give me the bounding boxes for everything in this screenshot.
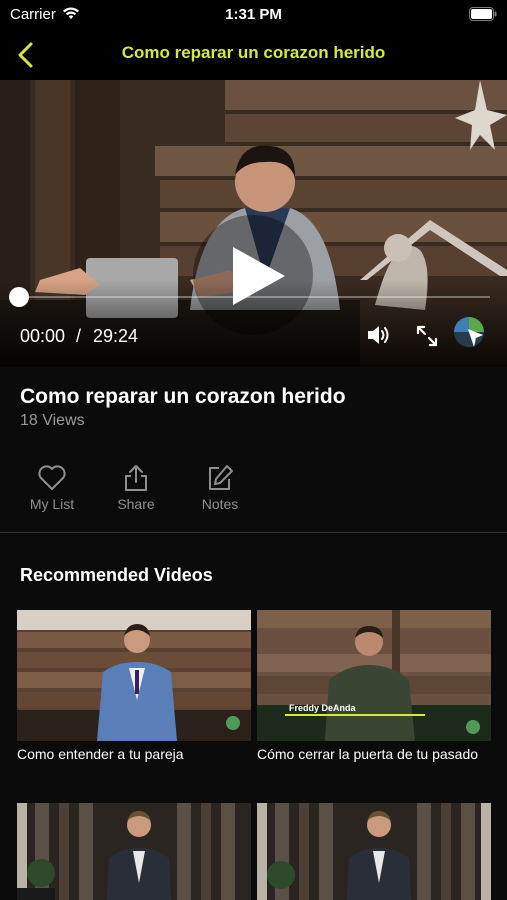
video-player[interactable]: 00:00 / 29:24	[0, 80, 507, 367]
video-thumbnail	[17, 803, 251, 900]
notes-label: Notes	[201, 496, 239, 512]
edit-icon	[209, 465, 233, 490]
progress-track[interactable]	[18, 296, 490, 298]
channel-logo-icon[interactable]	[452, 315, 486, 349]
recommended-video-card[interactable]	[17, 803, 251, 900]
video-thumbnail	[17, 610, 251, 741]
video-caption: Cómo cerrar la puerta de tu pasado	[257, 746, 479, 762]
current-time: 00:00	[20, 326, 66, 346]
progress-thumb[interactable]	[9, 287, 29, 307]
video-thumbnail	[257, 803, 491, 900]
heart-icon	[38, 465, 66, 490]
fullscreen-icon[interactable]	[415, 324, 439, 348]
name-overlay: Freddy DeAnda	[289, 703, 357, 713]
video-title: Como reparar un corazon herido	[20, 385, 346, 408]
video-thumbnail: Freddy DeAnda	[257, 610, 491, 741]
nav-title: Como reparar un corazon herido	[121, 43, 386, 62]
time-separator: /	[76, 326, 82, 346]
recommended-video-card[interactable]: Freddy DeAnda Cómo cerrar la puerta de t…	[257, 610, 491, 762]
share-button[interactable]: Share	[96, 464, 176, 512]
recommended-video-card[interactable]	[257, 803, 491, 900]
status-bar: Carrier 1:31 PM	[0, 0, 507, 30]
view-count: 18 Views	[20, 412, 85, 429]
clock: 1:31 PM	[225, 6, 282, 23]
video-caption: Como entender a tu pareja	[17, 746, 184, 762]
notes-button[interactable]: Notes	[180, 464, 260, 512]
navigation-bar: Como reparar un corazon herido	[0, 30, 507, 80]
recommended-video-card[interactable]: Como entender a tu pareja	[17, 610, 251, 762]
recommended-heading: Recommended Videos	[20, 565, 213, 585]
play-button-icon[interactable]	[193, 215, 313, 335]
my-list-button[interactable]: My List	[12, 464, 92, 512]
battery-icon	[469, 7, 497, 21]
my-list-label: My List	[29, 496, 75, 512]
duration: 29:24	[93, 326, 139, 346]
share-icon	[125, 465, 147, 491]
section-divider	[0, 532, 507, 533]
share-label: Share	[117, 496, 155, 512]
volume-icon[interactable]	[366, 323, 392, 347]
